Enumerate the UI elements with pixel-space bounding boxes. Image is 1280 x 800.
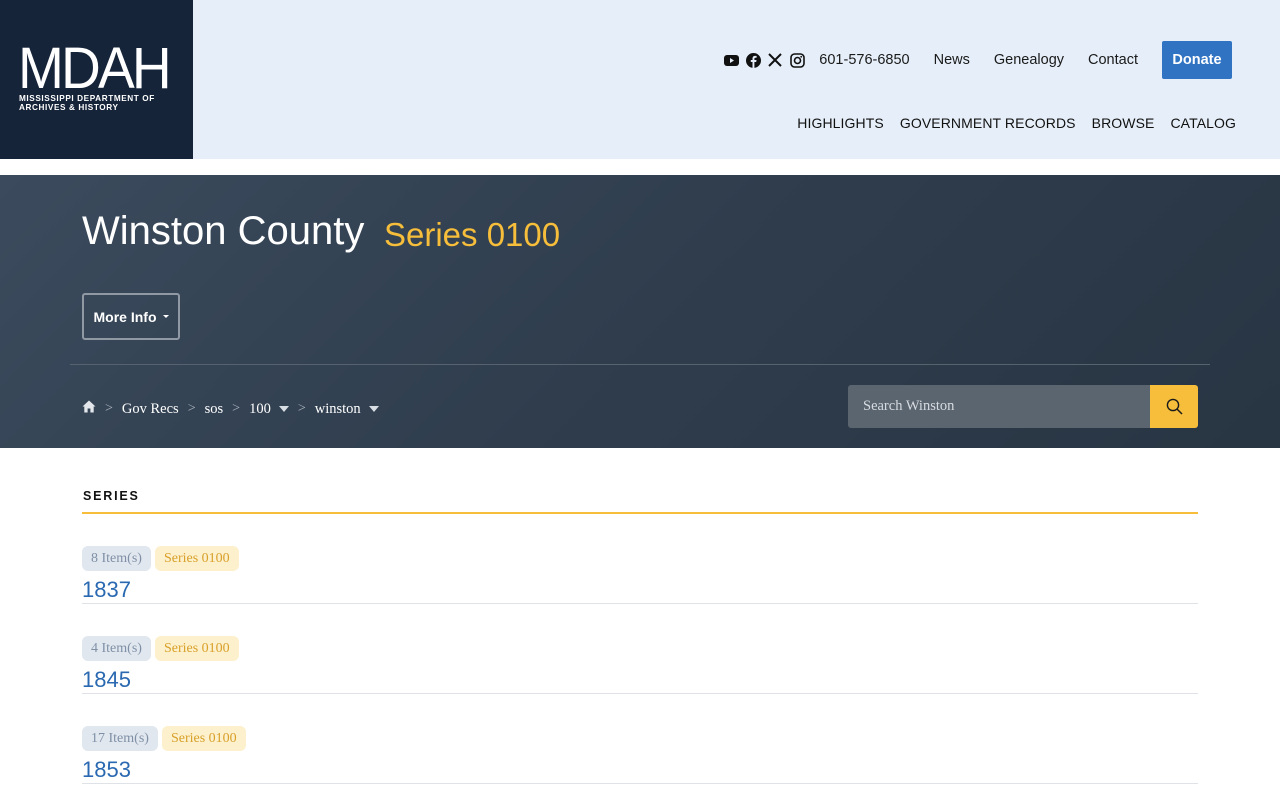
x-icon[interactable] [767, 52, 783, 68]
facebook-icon[interactable] [745, 52, 761, 68]
breadcrumb-100[interactable]: 100 [249, 401, 271, 418]
nav-highlights[interactable]: HIGHLIGHTS [797, 115, 884, 131]
series-title: Series 0100 [384, 216, 561, 253]
more-info-button[interactable]: More Info [82, 293, 180, 340]
nav-catalog[interactable]: CATALOG [1170, 115, 1236, 131]
instagram-icon[interactable] [789, 52, 805, 68]
breadcrumb: > Gov Recs > sos > 100 > winston [82, 400, 379, 418]
nav-browse[interactable]: BROWSE [1092, 115, 1155, 131]
site-header: MDAH MISSISSIPPI DEPARTMENT OF ARCHIVES … [0, 0, 1280, 159]
search-form [848, 385, 1198, 428]
search-button[interactable] [1150, 385, 1198, 428]
social-links [723, 52, 805, 68]
contact-link[interactable]: Contact [1088, 52, 1138, 68]
year-link[interactable]: 1837 [82, 577, 131, 603]
breadcrumb-winston-dropdown-icon[interactable] [368, 406, 379, 412]
donate-button[interactable]: Donate [1162, 41, 1232, 79]
breadcrumb-separator: > [297, 401, 306, 416]
item-count-badge: 8 Item(s) [82, 546, 151, 571]
list-item: 17 Item(s) Series 0100 1853 [82, 694, 1198, 784]
hero-divider [70, 364, 1210, 365]
year-link[interactable]: 1845 [82, 667, 131, 693]
caret-down-icon [162, 315, 169, 318]
year-link[interactable]: 1853 [82, 757, 131, 783]
series-list: 8 Item(s) Series 0100 1837 4 Item(s) Ser… [82, 514, 1198, 784]
logo-subtitle-line1: MISSISSIPPI DEPARTMENT OF [19, 94, 155, 103]
nav-government-records[interactable]: GOVERNMENT RECORDS [900, 115, 1076, 131]
list-item: 8 Item(s) Series 0100 1837 [82, 514, 1198, 604]
search-input[interactable] [848, 385, 1150, 428]
series-badge: Series 0100 [154, 636, 239, 661]
item-count-badge: 17 Item(s) [82, 726, 158, 751]
series-badge: Series 0100 [154, 546, 239, 571]
page-title: Winston County [82, 209, 365, 253]
badge-group: 4 Item(s) Series 0100 [82, 636, 239, 661]
page-hero: Winston County Series 0100 More Info > G… [0, 175, 1280, 448]
logo-subtitle-line2: ARCHIVES & HISTORY [19, 103, 119, 112]
breadcrumb-100-dropdown-icon[interactable] [278, 406, 289, 412]
main-nav: HIGHLIGHTS GOVERNMENT RECORDS BROWSE CAT… [797, 115, 1236, 131]
more-info-label: More Info [93, 308, 157, 325]
logo-mark: MDAH [18, 36, 172, 101]
section-heading: SERIES [83, 489, 140, 503]
youtube-icon[interactable] [723, 52, 739, 68]
list-item: 4 Item(s) Series 0100 1845 [82, 604, 1198, 694]
phone-link[interactable]: 601-576-6850 [819, 52, 909, 68]
breadcrumb-separator: > [232, 401, 241, 416]
item-count-badge: 4 Item(s) [82, 636, 151, 661]
genealogy-link[interactable]: Genealogy [994, 52, 1064, 68]
breadcrumb-separator: > [187, 401, 196, 416]
mdah-logo[interactable]: MDAH MISSISSIPPI DEPARTMENT OF ARCHIVES … [0, 0, 193, 159]
search-icon [1166, 398, 1183, 415]
utility-nav: 601-576-6850 News Genealogy Contact Dona… [723, 41, 1232, 79]
breadcrumb-separator: > [105, 401, 113, 416]
home-icon[interactable] [82, 400, 96, 418]
breadcrumb-winston[interactable]: winston [315, 401, 361, 418]
badge-group: 17 Item(s) Series 0100 [82, 726, 246, 751]
breadcrumb-gov-recs[interactable]: Gov Recs [122, 401, 179, 418]
breadcrumb-sos[interactable]: sos [205, 401, 224, 418]
badge-group: 8 Item(s) Series 0100 [82, 546, 239, 571]
series-badge: Series 0100 [161, 726, 246, 751]
news-link[interactable]: News [934, 52, 970, 68]
